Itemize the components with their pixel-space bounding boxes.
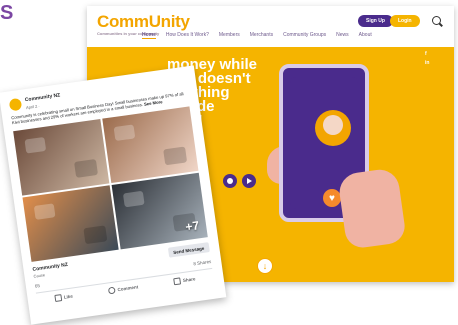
post-timestamp[interactable]: April 2 · — [26, 103, 40, 110]
nav-about[interactable]: About — [359, 32, 372, 39]
search-icon[interactable] — [432, 16, 441, 25]
linkedin-icon[interactable]: in — [425, 59, 429, 68]
app-store-icon[interactable] — [223, 174, 237, 188]
nav-how-it-works[interactable]: How Does It Work? — [166, 32, 209, 39]
corner-letter: S — [0, 2, 14, 24]
social-icons: f in — [425, 50, 429, 68]
heart-icon: ♥ — [323, 189, 341, 207]
like-label: Like — [63, 293, 74, 300]
footer-page-name[interactable]: Community NZ — [32, 262, 68, 273]
scroll-down-icon[interactable]: ↓ — [257, 258, 273, 274]
site-topbar: CommUnity Communities in your community … — [87, 6, 454, 47]
post-photo[interactable] — [22, 185, 119, 262]
comment-button[interactable]: Comment — [108, 283, 138, 294]
share-label: Share — [182, 275, 196, 283]
post-photo[interactable]: +7 — [111, 172, 208, 250]
send-message-button[interactable]: Send Message — [167, 242, 210, 258]
logo-text: CommUnity — [97, 12, 190, 31]
nav-merchants[interactable]: Merchants — [250, 32, 273, 39]
signup-button[interactable]: Sign Up — [358, 15, 393, 27]
like-button[interactable]: Like — [54, 292, 74, 302]
facebook-post-card: Community NZ April 2 · Community is cele… — [0, 65, 227, 325]
hand-illustration — [337, 167, 407, 250]
post-photo[interactable] — [102, 106, 199, 184]
login-button[interactable]: Login — [390, 15, 420, 27]
facebook-icon[interactable]: f — [425, 50, 429, 59]
nav-members[interactable]: Members — [219, 32, 240, 39]
play-store-icon[interactable] — [242, 174, 256, 188]
avatar-illustration — [315, 110, 351, 146]
post-actions: Like Comment Share — [35, 267, 215, 308]
footer-page-category: Cause — [33, 272, 46, 279]
reaction-count[interactable]: 65 — [35, 283, 41, 289]
like-icon — [54, 293, 63, 302]
page-avatar[interactable] — [8, 97, 23, 112]
comment-icon — [108, 286, 117, 294]
nav-home[interactable]: Home — [142, 32, 156, 39]
share-icon — [173, 276, 182, 285]
comment-label: Comment — [117, 283, 139, 292]
nav-news[interactable]: News — [336, 32, 349, 39]
more-photos-count[interactable]: +7 — [185, 218, 201, 234]
site-nav: Home How Does It Work? Members Merchants… — [142, 32, 372, 39]
page-name[interactable]: Community NZ — [25, 92, 61, 103]
share-count[interactable]: 8 Shares — [193, 259, 212, 266]
post-photo-grid[interactable]: +7 — [13, 106, 208, 262]
share-button[interactable]: Share — [173, 275, 196, 285]
nav-community-groups[interactable]: Community Groups — [283, 32, 326, 39]
post-photo[interactable] — [13, 118, 110, 196]
